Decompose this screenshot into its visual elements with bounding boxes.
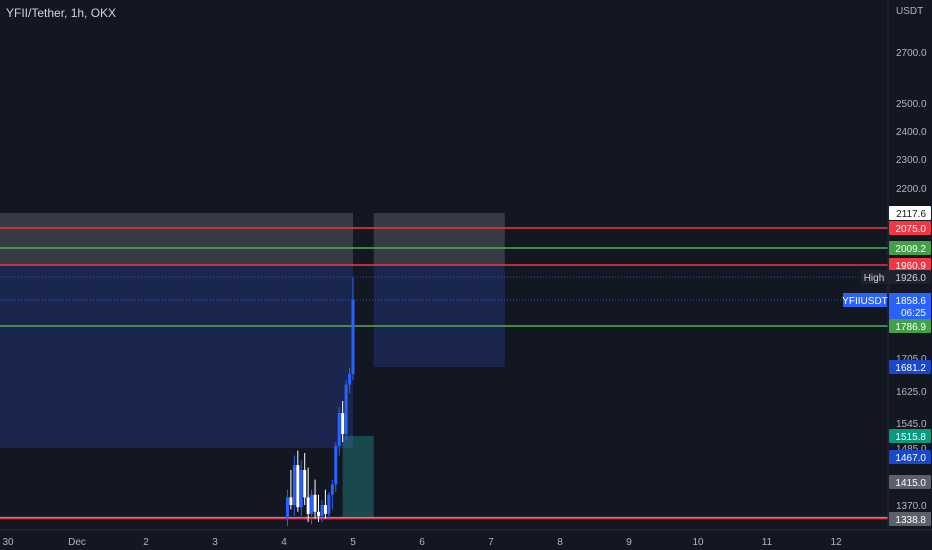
zone-grey <box>373 213 505 265</box>
candle-body <box>303 469 307 498</box>
y-tick-label: 1370.0 <box>896 501 927 512</box>
last-price-label: 1858.6 <box>895 296 926 307</box>
candle-body <box>306 497 310 514</box>
x-tick-label: 3 <box>212 537 218 548</box>
symbol-tag: YFIIUSDT <box>842 296 888 307</box>
x-tick-label: Dec <box>68 537 86 548</box>
candle-body <box>299 469 303 508</box>
high-price-label: 1926.0 <box>895 273 926 284</box>
time-axis <box>0 530 932 550</box>
y-tick-label: 2400.0 <box>896 127 927 138</box>
zone-grey <box>0 213 353 265</box>
y-tick-label: 2500.0 <box>896 99 927 110</box>
x-tick-label: 6 <box>419 537 425 548</box>
y-tick-label: 1625.0 <box>896 387 927 398</box>
candle-body <box>334 446 338 485</box>
candle-body <box>351 300 355 374</box>
x-tick-label: 8 <box>557 537 563 548</box>
candle-body <box>348 373 352 385</box>
candle-body <box>327 494 331 514</box>
chart-area[interactable]: YFII/Tether, 1h, OKX USDT 2700.0 2500.0 240… <box>0 0 932 550</box>
price-label-blue: 1467.0 <box>895 453 926 464</box>
price-label-blue: 1681.2 <box>895 363 926 374</box>
y-tick-label: 2300.0 <box>896 155 927 166</box>
price-label-red: 2075.0 <box>895 224 926 235</box>
candle-body <box>330 484 334 495</box>
zone-blue <box>373 265 505 367</box>
candle-body <box>289 497 293 505</box>
candle-body <box>313 494 317 512</box>
candle-body <box>292 465 296 505</box>
x-tick-label: 9 <box>626 537 632 548</box>
price-label-teal: 1515.8 <box>895 432 926 443</box>
axis-currency: USDT <box>896 6 923 17</box>
zone-teal <box>342 436 374 518</box>
candle-body <box>310 494 314 514</box>
candle-body <box>320 505 324 517</box>
x-tick-label: 7 <box>488 537 494 548</box>
x-tick-label: 2 <box>143 537 149 548</box>
x-tick-label: 10 <box>692 537 704 548</box>
candle-body <box>323 505 327 514</box>
price-label-grey: 1415.0 <box>895 478 926 489</box>
y-tick-label: 2700.0 <box>896 48 927 59</box>
x-tick-label: 30 <box>2 537 14 548</box>
y-tick-label: 1545.0 <box>896 419 927 430</box>
candle-body <box>344 384 348 435</box>
price-label-grey: 1338.8 <box>895 515 926 526</box>
candle-body <box>285 497 289 519</box>
x-tick-label: 12 <box>830 537 842 548</box>
price-label-green: 1786.9 <box>895 322 926 333</box>
x-tick-label: 5 <box>350 537 356 548</box>
candle-body <box>337 413 341 447</box>
y-tick-label: 2200.0 <box>896 184 927 195</box>
candle-body <box>317 511 320 517</box>
x-tick-label: 11 <box>762 537 773 548</box>
candle-body <box>341 413 345 435</box>
price-label-white: 2117.6 <box>896 209 926 220</box>
x-tick-label: 4 <box>281 537 287 548</box>
zone-blue <box>0 265 353 448</box>
high-tag: High <box>864 273 885 284</box>
price-label-green: 2009.2 <box>895 244 926 255</box>
countdown-label: 06:25 <box>901 308 926 319</box>
candle-body <box>296 465 300 508</box>
chart-canvas[interactable]: USDT2700.02500.02400.02300.02200.01705.0… <box>0 0 932 550</box>
